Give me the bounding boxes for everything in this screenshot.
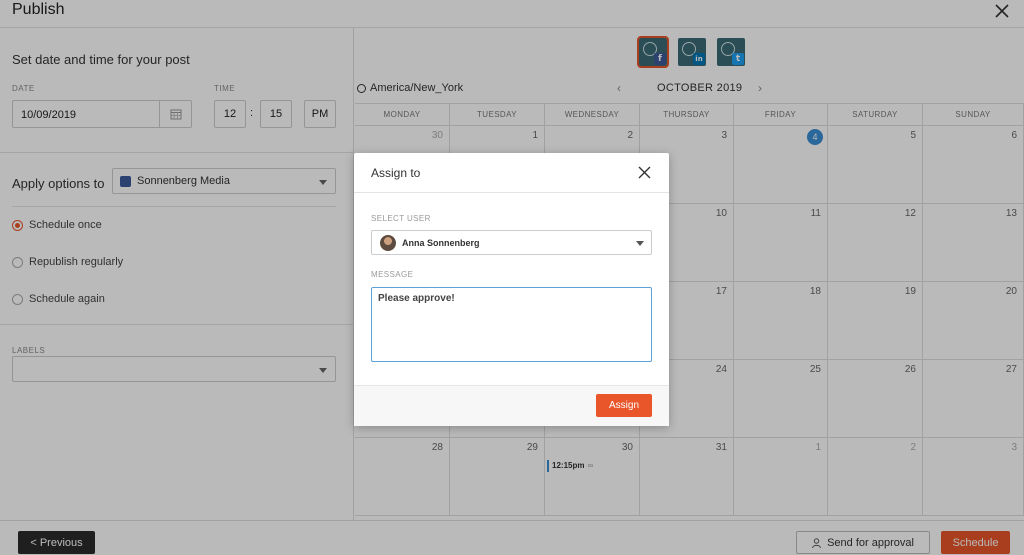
modal-footer: Assign [354, 385, 669, 426]
publish-dialog: Publish Set date and time for your post … [0, 0, 1024, 555]
assign-modal: Assign to SELECT USER Anna Sonnenberg ME… [354, 153, 669, 426]
select-user-label: SELECT USER [371, 214, 431, 223]
avatar [380, 235, 396, 251]
message-label: MESSAGE [371, 270, 414, 279]
user-select-value: Anna Sonnenberg [402, 238, 480, 248]
assign-button[interactable]: Assign [596, 394, 652, 417]
chevron-down-icon [636, 241, 644, 246]
modal-title: Assign to [371, 166, 421, 180]
message-textarea[interactable]: Please approve! [371, 287, 652, 362]
modal-header: Assign to [354, 153, 669, 193]
message-value: Please approve! [378, 293, 455, 304]
close-icon[interactable] [638, 166, 651, 179]
user-select[interactable]: Anna Sonnenberg [371, 230, 652, 255]
